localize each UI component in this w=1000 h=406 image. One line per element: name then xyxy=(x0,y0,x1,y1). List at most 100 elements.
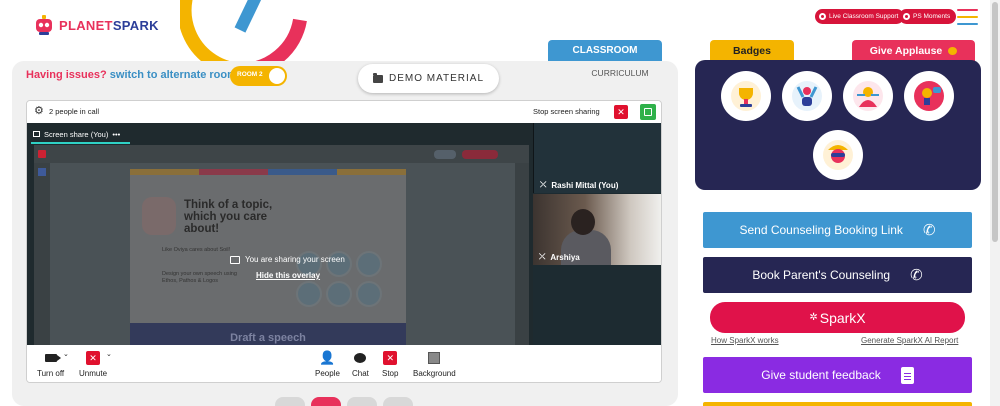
participant-name: Rashi Mittal (You) xyxy=(551,180,619,190)
stop-share-button[interactable]: ✕ Stop xyxy=(382,351,398,378)
slide-bullet-2: Design your own speech using Ethos, Path… xyxy=(162,271,237,284)
slide-title: Think of a topic, which you care about! xyxy=(184,199,273,235)
tab-give-applause[interactable]: Give Applause xyxy=(852,40,975,62)
lightbulb-icon xyxy=(914,81,944,111)
people-button[interactable]: 👤 People xyxy=(315,351,340,379)
turn-off-camera-button[interactable]: Turn off xyxy=(37,351,64,378)
camera-icon xyxy=(44,354,61,362)
sparkx-button[interactable]: ✲ SparkX xyxy=(710,302,965,333)
shared-app-button xyxy=(462,150,498,159)
clap-icon xyxy=(948,47,958,55)
participant-label: ⤫ Arshiya xyxy=(539,252,580,262)
raised-hands-icon xyxy=(792,81,822,111)
send-counseling-label: Send Counseling Booking Link xyxy=(739,223,903,237)
scrollbar-thumb[interactable] xyxy=(992,2,998,242)
participant-tile[interactable]: ⤫ Arshiya xyxy=(533,194,661,265)
participant-name: Arshiya xyxy=(550,252,580,262)
screen-share-tab[interactable]: Screen share (You) ••• xyxy=(31,127,122,141)
generate-sparkx-report-link[interactable]: Generate SparkX AI Report xyxy=(861,336,958,345)
call-controls-bar: Turn off ⌄ ✕ Unmute ⌄ 👤 People Chat ✕ St… xyxy=(27,345,661,382)
raised-hands-badge-icon[interactable] xyxy=(782,71,832,121)
sharing-overlay-message: You are sharing your screen xyxy=(230,255,345,264)
more-options-icon[interactable]: ••• xyxy=(112,130,120,139)
tool-pill-active[interactable] xyxy=(311,397,341,406)
live-classroom-support-button[interactable]: Live Classroom Support xyxy=(815,9,905,24)
badges-panel xyxy=(695,60,981,190)
demo-material-label: DEMO MATERIAL xyxy=(388,73,485,84)
participant-video-column: ⤫ Rashi Mittal (You) ⤫ Arshiya xyxy=(533,123,661,345)
stop-share-icon: ✕ xyxy=(383,351,398,365)
tab-classroom[interactable]: CLASSROOM xyxy=(548,40,662,61)
star-kid-badge-icon[interactable] xyxy=(843,71,893,121)
stop-label: Stop xyxy=(382,369,399,378)
tab-curriculum[interactable]: CURRICULUM xyxy=(560,68,680,78)
issue-prompt: Having issues? switch to alternate room xyxy=(26,69,237,81)
tab-badges[interactable]: Badges xyxy=(710,40,794,62)
tool-pill[interactable] xyxy=(275,397,305,406)
unmute-button[interactable]: ✕ Unmute xyxy=(79,351,107,378)
stop-share-close-icon[interactable]: ✕ xyxy=(614,105,628,119)
shared-screen-preview: Think of a topic, which you care about! … xyxy=(34,145,529,345)
room-toggle-label: ROOM 2 xyxy=(237,71,263,78)
background-label: Background xyxy=(413,369,456,378)
slide-bullet-1: Like Oviya cares about Soil! xyxy=(162,247,231,253)
participant-label: ⤫ Rashi Mittal (You) xyxy=(540,180,618,190)
moments-icon xyxy=(903,13,910,20)
chat-label: Chat xyxy=(352,369,369,378)
screen-share-tab-label: Screen share (You) xyxy=(44,129,109,139)
app-logo-icon xyxy=(38,150,46,158)
support-icon xyxy=(819,13,826,20)
smart-kid-badge-icon[interactable] xyxy=(813,130,863,180)
switch-room-link[interactable]: switch to alternate room xyxy=(110,69,237,81)
chat-icon xyxy=(354,353,367,363)
mic-off-icon: ⤫ xyxy=(540,180,547,189)
hide-overlay-link[interactable]: Hide this overlay xyxy=(256,271,320,280)
shared-right-toolbar xyxy=(515,163,529,345)
demo-material-button[interactable]: DEMO MATERIAL xyxy=(358,64,499,93)
monitor-icon xyxy=(33,131,40,137)
shared-app-toolbar xyxy=(34,145,529,163)
phone-icon: ✆ xyxy=(922,222,936,239)
toggle-knob xyxy=(269,68,285,84)
trophy-icon xyxy=(731,81,761,111)
folder-icon xyxy=(372,72,383,83)
robot-mascot-icon xyxy=(142,197,176,235)
chat-button[interactable]: Chat xyxy=(352,351,369,378)
shared-left-toolbar xyxy=(34,163,50,345)
tab-underline xyxy=(31,142,130,144)
give-student-feedback-button[interactable]: Give student feedback xyxy=(703,357,972,393)
screen-icon xyxy=(230,255,240,264)
smart-kid-icon xyxy=(823,140,853,170)
stop-share-label: Stop screen sharing xyxy=(533,107,600,116)
star-kid-icon xyxy=(853,81,883,111)
lightbulb-speaker-badge-icon[interactable] xyxy=(904,71,954,121)
unmute-label: Unmute xyxy=(79,369,108,378)
issue-question: Having issues? xyxy=(26,69,107,81)
mic-muted-icon: ✕ xyxy=(86,351,100,365)
people-label: People xyxy=(315,369,340,378)
trophy-badge-icon[interactable] xyxy=(721,71,771,121)
ps-moments-button[interactable]: PS Moments xyxy=(899,9,957,24)
chevron-down-icon[interactable]: ⌄ xyxy=(63,350,69,358)
tool-pill[interactable] xyxy=(383,397,413,406)
next-action-button-edge[interactable] xyxy=(703,402,972,406)
popout-icon[interactable] xyxy=(640,104,656,120)
bottom-tool-pills xyxy=(275,397,413,406)
chevron-down-icon[interactable]: ⌄ xyxy=(106,350,112,358)
ps-moments-label: PS Moments xyxy=(913,13,951,20)
slide-footer: Draft a speech xyxy=(130,323,406,345)
send-counseling-booking-link-button[interactable]: Send Counseling Booking Link ✆ xyxy=(703,212,972,248)
book-parents-counseling-button[interactable]: Book Parent's Counseling ✆ xyxy=(703,257,972,293)
gear-icon[interactable]: ⚙ xyxy=(34,106,44,117)
background-button[interactable]: Background xyxy=(413,351,456,378)
give-applause-label: Give Applause xyxy=(869,45,943,57)
tool-pill[interactable] xyxy=(347,397,377,406)
room-toggle[interactable]: ROOM 2 xyxy=(230,66,287,86)
planetspark-logo[interactable]: PLANETSPARK xyxy=(33,14,159,36)
background-icon xyxy=(428,352,441,364)
hamburger-menu-icon[interactable] xyxy=(957,9,978,25)
sparkx-star-icon: ✲ xyxy=(809,312,818,323)
how-sparkx-works-link[interactable]: How SparkX works xyxy=(711,336,779,345)
participant-tile[interactable]: ⤫ Rashi Mittal (You) xyxy=(533,123,661,193)
phone-icon: ✆ xyxy=(910,267,923,284)
